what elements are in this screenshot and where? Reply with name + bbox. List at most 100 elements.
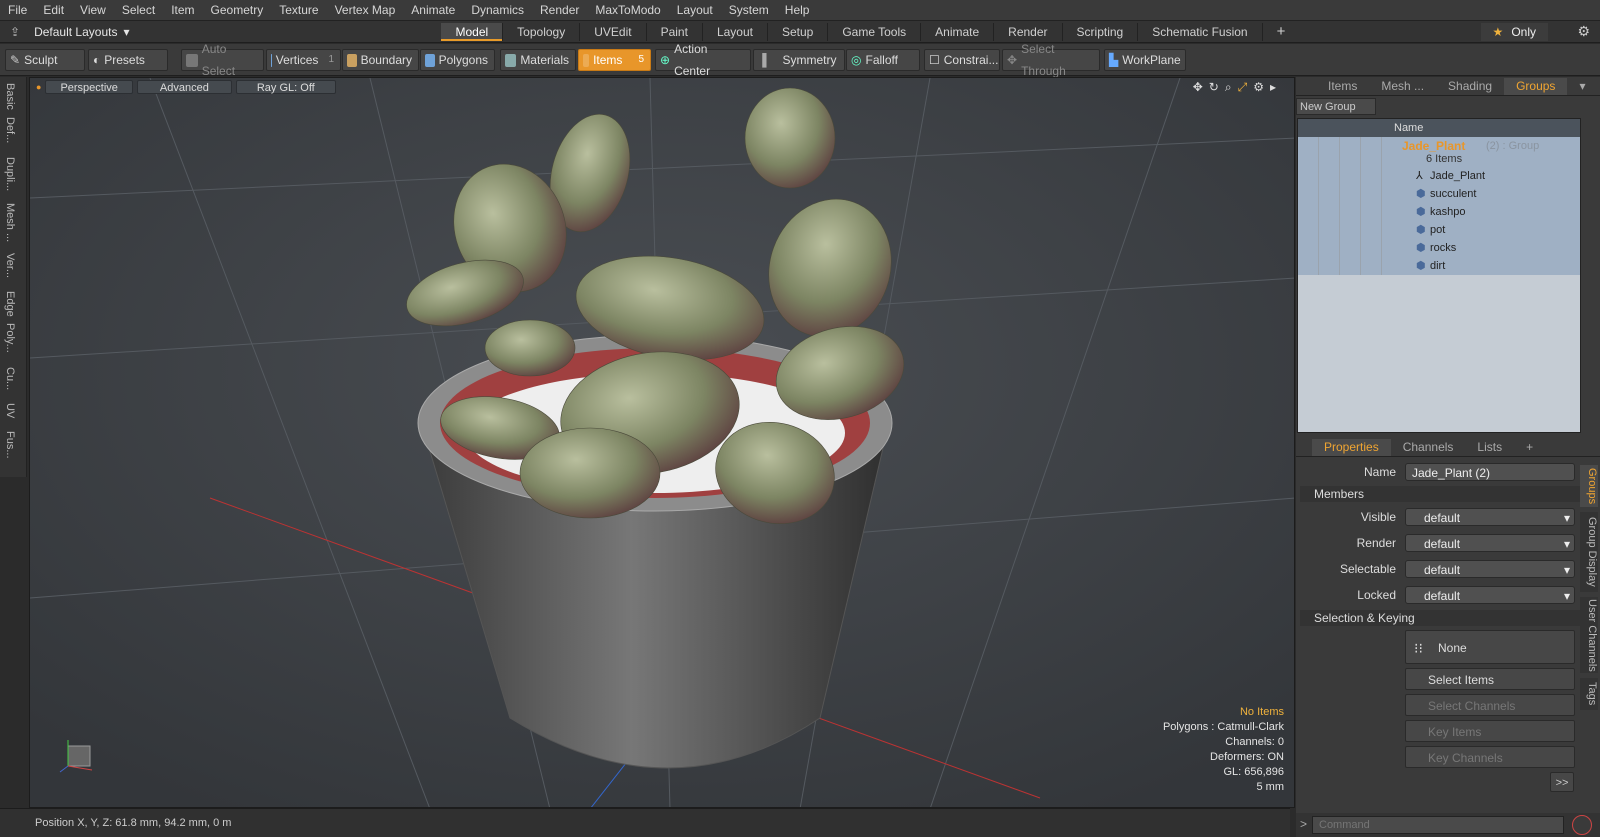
presets-button[interactable]: ◐ Presets [88, 49, 168, 71]
side-tab-user-channels[interactable]: User Channels [1580, 597, 1598, 673]
render-select[interactable]: default ▾ [1405, 534, 1575, 552]
left-tab-polygon[interactable]: Poly... [4, 323, 16, 353]
left-tab-fusion[interactable]: Fus... [4, 431, 16, 459]
select-through-button[interactable]: ✥ Select Through [1002, 42, 1100, 78]
tab-game-tools[interactable]: Game Tools [828, 22, 922, 41]
menu-help[interactable]: Help [777, 0, 818, 21]
tab-topology[interactable]: Topology [503, 22, 581, 41]
side-tab-groups[interactable]: Groups [1580, 465, 1598, 507]
workplane-button[interactable]: ▙ WorkPlane [1104, 49, 1186, 71]
menu-geometry[interactable]: Geometry [203, 0, 272, 21]
left-tab-curve[interactable]: Cu... [4, 367, 16, 390]
settings-icon[interactable]: ⚙ [1253, 80, 1264, 95]
menu-maxtomodo[interactable]: MaxToModo [587, 0, 668, 21]
materials-button[interactable]: Materials [500, 49, 576, 71]
add-tab-icon[interactable]: + [1263, 23, 1300, 41]
menu-view[interactable]: View [72, 0, 114, 21]
left-tab-uv[interactable]: UV [4, 403, 16, 418]
fit-icon[interactable]: ⤢ [1238, 80, 1248, 95]
key-channels-button[interactable]: Key Channels [1405, 746, 1575, 768]
tab-model[interactable]: Model [441, 22, 504, 41]
select-items-button[interactable]: Select Items [1405, 668, 1575, 690]
raygl-button[interactable]: Ray GL: Off [235, 80, 336, 94]
menu-render[interactable]: Render [532, 0, 587, 21]
viewport-stats: No Items Polygons : Catmull-Clark Channe… [1163, 705, 1284, 795]
selection-keying-section[interactable]: Selection & Keying [1300, 610, 1580, 626]
menu-edit[interactable]: Edit [35, 0, 72, 21]
members-section[interactable]: Members [1300, 486, 1580, 502]
group-row[interactable]: Jade_Plant (2) : Group 6 Items [1298, 137, 1580, 167]
advanced-button[interactable]: Advanced [136, 80, 232, 94]
left-tab-basic[interactable]: Basic [4, 83, 16, 110]
tab-animate[interactable]: Animate [921, 22, 995, 41]
visible-select[interactable]: default ▾ [1405, 508, 1575, 526]
record-icon[interactable] [1572, 815, 1592, 835]
locked-select[interactable]: default ▾ [1405, 586, 1575, 604]
chevron-down-icon[interactable]: ▾ [1567, 78, 1597, 95]
tree-item[interactable]: ⬢ rocks [1298, 239, 1580, 257]
menu-animate[interactable]: Animate [403, 0, 463, 21]
tab-properties[interactable]: Properties [1312, 439, 1391, 456]
auto-select-button[interactable]: Auto Select [181, 42, 264, 78]
layout-dropdown[interactable]: Default Layouts ▾ [34, 25, 129, 39]
symmetry-button[interactable]: ▐ Symmetry [753, 49, 845, 71]
play-icon[interactable]: ▸ [1270, 80, 1276, 95]
tab-mesh[interactable]: Mesh ... [1369, 78, 1436, 95]
move-icon[interactable]: ✥ [1193, 80, 1203, 95]
vertices-button[interactable]: Vertices 1 [266, 49, 341, 71]
tree-item[interactable]: ⬢ dirt [1298, 257, 1580, 275]
menu-vertex-map[interactable]: Vertex Map [327, 0, 404, 21]
new-group-button[interactable]: New Group [1296, 98, 1376, 115]
tab-lists[interactable]: Lists [1465, 439, 1514, 456]
action-center-button[interactable]: ⊕ Action Center [655, 42, 751, 78]
polygons-icon [425, 53, 435, 67]
left-tab-edge[interactable]: Edge [4, 291, 16, 317]
none-button[interactable]: ⁝⁝ None [1405, 630, 1575, 664]
menu-system[interactable]: System [721, 0, 777, 21]
zoom-icon[interactable]: ⌕ [1225, 80, 1232, 95]
tab-shading[interactable]: Shading [1436, 78, 1504, 95]
menu-texture[interactable]: Texture [271, 0, 326, 21]
boundary-button[interactable]: Boundary [342, 49, 419, 71]
left-tab-duplicate[interactable]: Dupli... [4, 157, 16, 191]
layout-icon[interactable]: ⇪ [10, 25, 20, 39]
tab-channels[interactable]: Channels [1391, 439, 1466, 456]
menu-layout[interactable]: Layout [669, 0, 721, 21]
tree-item[interactable]: ⅄ Jade_Plant [1298, 167, 1580, 185]
tab-setup[interactable]: Setup [768, 22, 829, 41]
tab-schematic-fusion[interactable]: Schematic Fusion [1138, 22, 1263, 41]
menu-select[interactable]: Select [114, 0, 163, 21]
tree-item[interactable]: ⬢ kashpo [1298, 203, 1580, 221]
menu-file[interactable]: File [0, 0, 35, 21]
gear-icon[interactable]: ⚙ [1577, 23, 1590, 40]
key-items-button[interactable]: Key Items [1405, 720, 1575, 742]
name-column-header[interactable]: Name [1394, 122, 1423, 134]
more-button[interactable]: >> [1550, 772, 1574, 792]
sculpt-button[interactable]: ✎ Sculpt [5, 49, 85, 71]
side-tab-tags[interactable]: Tags [1580, 678, 1598, 710]
tree-item[interactable]: ⬢ succulent [1298, 185, 1580, 203]
menu-dynamics[interactable]: Dynamics [463, 0, 532, 21]
3d-viewport[interactable]: ● Perspective Advanced Ray GL: Off ✥ ↻ ⌕ ⤢ ⚙… [29, 77, 1295, 808]
tab-items[interactable]: Items [1316, 78, 1369, 95]
command-input[interactable] [1312, 816, 1564, 834]
polygons-button[interactable]: Polygons [420, 49, 495, 71]
name-field[interactable]: Jade_Plant (2) [1405, 463, 1575, 481]
perspective-button[interactable]: Perspective [45, 80, 133, 94]
tab-uvedit[interactable]: UVEdit [580, 22, 647, 41]
items-button[interactable]: Items 5 [578, 49, 651, 71]
selectable-select[interactable]: default ▾ [1405, 560, 1575, 578]
tree-item[interactable]: ⬢ pot [1298, 221, 1580, 239]
left-tab-vertex[interactable]: Ver... [4, 253, 16, 278]
tab-groups[interactable]: Groups [1504, 78, 1568, 95]
falloff-button[interactable]: ◎ Falloff [846, 49, 920, 71]
select-channels-button[interactable]: Select Channels [1405, 694, 1575, 716]
constrain-button[interactable]: ☐ Constrai... [924, 49, 1000, 71]
rotate-icon[interactable]: ↻ [1209, 80, 1219, 95]
left-tab-mesh[interactable]: Mesh ... [4, 203, 16, 242]
only-toggle[interactable]: ★ Only [1480, 23, 1548, 41]
add-tab-icon[interactable]: + [1514, 439, 1545, 456]
left-tab-deform[interactable]: Def... [4, 117, 16, 143]
side-tab-group-display[interactable]: Group Display [1580, 512, 1598, 592]
menu-item[interactable]: Item [163, 0, 202, 21]
